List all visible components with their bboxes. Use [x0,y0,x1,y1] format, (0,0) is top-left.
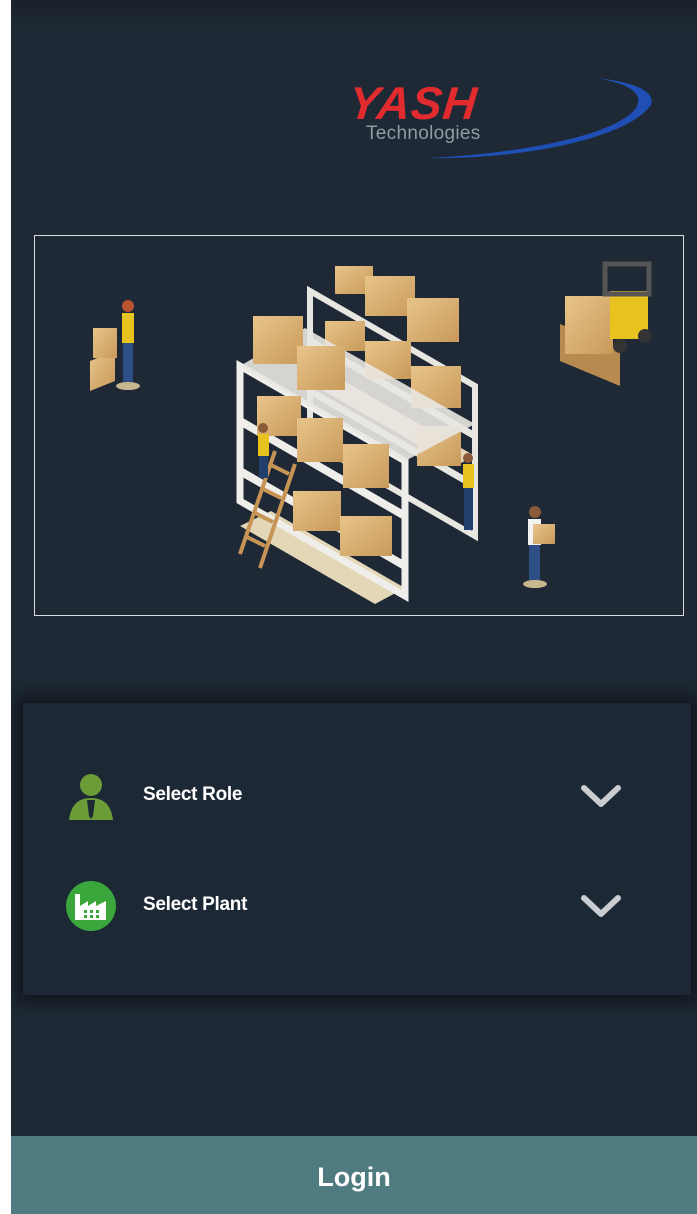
factory-icon [66,881,116,931]
chevron-down-icon[interactable] [578,888,624,924]
select-plant-label: Select Plant [143,894,248,915]
login-button[interactable]: Login [11,1136,697,1214]
logo-brand-text: YASH [346,77,481,129]
logo-subtitle-text: Technologies [366,123,481,144]
chevron-down-icon[interactable] [578,778,624,814]
warehouse-illustration [34,235,684,616]
select-role-dropdown[interactable]: Select Role [23,766,691,826]
company-logo: YASH Technologies [346,70,656,170]
select-role-label: Select Role [143,784,243,805]
warehouse-icon [90,261,652,604]
app-screen: YASH Technologies Select Role Select Pla… [11,0,697,1214]
user-icon [69,774,113,820]
selection-panel: Select Role Select Plant [23,703,691,995]
select-plant-dropdown[interactable]: Select Plant [23,876,691,936]
